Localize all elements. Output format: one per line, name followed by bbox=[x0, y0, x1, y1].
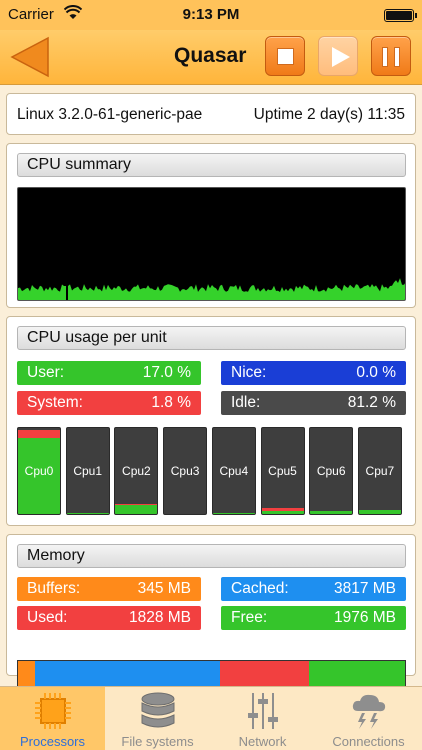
back-arrow-icon[interactable] bbox=[10, 36, 50, 78]
clock: 9:13 PM bbox=[182, 6, 240, 23]
cpu-core-bar: Cpu4 bbox=[211, 427, 256, 515]
cpu-core-bar: Cpu5 bbox=[260, 427, 305, 515]
pause-icon bbox=[382, 47, 388, 67]
core-system-fill bbox=[115, 503, 158, 506]
cpu-history-plot bbox=[18, 278, 405, 300]
core-user-fill bbox=[310, 510, 353, 514]
cpu-core-bar: Cpu7 bbox=[357, 427, 402, 515]
tab-label: File systems bbox=[121, 734, 194, 749]
tab-label: Connections bbox=[332, 734, 405, 749]
tab-bar: Processors File systems Network Connecti… bbox=[0, 686, 422, 750]
storm-cloud-icon bbox=[352, 694, 386, 729]
free-value: 1976 MB bbox=[333, 609, 396, 626]
user-stat: User: 17.0 % bbox=[17, 361, 201, 385]
system-label: System: bbox=[27, 394, 83, 411]
uptime: Uptime 2 day(s) 11:35 bbox=[253, 106, 405, 123]
page-title: Quasar bbox=[174, 44, 247, 67]
core-label: Cpu7 bbox=[365, 464, 395, 478]
battery-icon bbox=[384, 9, 417, 22]
cached-stat: Cached: 3817 MB bbox=[221, 577, 406, 601]
cpu-core-bar: Cpu3 bbox=[163, 427, 208, 515]
core-user-fill bbox=[115, 505, 158, 514]
core-label: Cpu6 bbox=[316, 464, 346, 478]
core-system-fill bbox=[261, 507, 304, 511]
idle-value: 81.2 % bbox=[347, 394, 396, 411]
section-header: CPU usage per unit bbox=[17, 326, 406, 350]
cached-label: Cached: bbox=[231, 580, 289, 597]
core-user-fill bbox=[261, 510, 304, 514]
cpu-unit-panel: CPU usage per unit User: 17.0 % Nice: 0.… bbox=[6, 316, 416, 526]
tab-processors[interactable]: Processors bbox=[0, 687, 105, 750]
core-user-fill bbox=[212, 513, 255, 514]
processor-icon bbox=[35, 693, 71, 729]
idle-label: Idle: bbox=[231, 394, 261, 411]
core-user-fill bbox=[66, 513, 109, 514]
database-icon bbox=[141, 692, 175, 728]
user-label: User: bbox=[27, 364, 65, 381]
memory-panel: Memory Buffers: 345 MB Cached: 3817 MB U… bbox=[6, 534, 416, 688]
buffers-stat: Buffers: 345 MB bbox=[17, 577, 201, 601]
membar-used bbox=[220, 661, 309, 687]
core-label: Cpu5 bbox=[268, 464, 297, 478]
network-sliders-icon bbox=[248, 693, 278, 729]
nice-value: 0.0 % bbox=[356, 364, 396, 381]
memory-usage-bar bbox=[17, 660, 406, 688]
cpu-summary-panel: CPU summary bbox=[6, 143, 416, 308]
section-header: CPU summary bbox=[17, 153, 406, 177]
core-label: Cpu0 bbox=[24, 464, 54, 478]
system-stat: System: 1.8 % bbox=[17, 391, 201, 415]
cpu-core-bar: Cpu6 bbox=[309, 427, 354, 515]
stop-button[interactable] bbox=[265, 36, 305, 76]
play-button[interactable] bbox=[318, 36, 358, 76]
status-bar: Carrier 9:13 PM bbox=[0, 0, 422, 30]
tab-file-systems[interactable]: File systems bbox=[105, 687, 210, 750]
cpu-core-bar: Cpu0 bbox=[17, 427, 61, 515]
used-stat: Used: 1828 MB bbox=[17, 606, 201, 630]
cpu-history-graph bbox=[17, 187, 406, 301]
core-user-fill bbox=[358, 509, 401, 514]
nice-label: Nice: bbox=[231, 364, 267, 381]
system-value: 1.8 % bbox=[151, 394, 191, 411]
pause-icon bbox=[394, 47, 400, 67]
idle-stat: Idle: 81.2 % bbox=[221, 391, 406, 415]
system-info-panel: Linux 3.2.0-61-generic-pae Uptime 2 day(… bbox=[6, 93, 416, 135]
free-label: Free: bbox=[231, 609, 268, 626]
tab-connections[interactable]: Connections bbox=[316, 687, 421, 750]
section-header: Memory bbox=[17, 544, 406, 568]
core-system-fill bbox=[18, 429, 60, 439]
used-label: Used: bbox=[27, 609, 68, 626]
cpu-core-bar: Cpu2 bbox=[114, 427, 159, 515]
cpu-core-bar: Cpu1 bbox=[65, 427, 110, 515]
user-value: 17.0 % bbox=[142, 364, 191, 381]
buffers-value: 345 MB bbox=[137, 580, 191, 597]
free-stat: Free: 1976 MB bbox=[221, 606, 406, 630]
cached-value: 3817 MB bbox=[333, 580, 396, 597]
tab-label: Network bbox=[238, 734, 287, 749]
core-label: Cpu3 bbox=[170, 464, 200, 478]
membar-free bbox=[309, 661, 405, 687]
tab-network[interactable]: Network bbox=[210, 687, 315, 750]
cpu-history-area bbox=[18, 278, 405, 300]
nav-bar: Quasar bbox=[0, 30, 422, 85]
cpu-history-marker bbox=[66, 286, 68, 300]
pause-button[interactable] bbox=[371, 36, 411, 76]
used-value: 1828 MB bbox=[128, 609, 191, 626]
buffers-label: Buffers: bbox=[27, 580, 81, 597]
membar-buffers bbox=[18, 661, 35, 687]
core-label: Cpu1 bbox=[73, 464, 103, 478]
kernel-version: Linux 3.2.0-61-generic-pae bbox=[17, 106, 203, 123]
play-icon bbox=[332, 47, 350, 67]
nice-stat: Nice: 0.0 % bbox=[221, 361, 406, 385]
membar-cached bbox=[34, 661, 221, 687]
core-label: Cpu2 bbox=[122, 464, 151, 478]
tab-label: Processors bbox=[19, 734, 86, 749]
core-label: Cpu4 bbox=[219, 464, 249, 478]
stop-icon bbox=[277, 48, 294, 65]
